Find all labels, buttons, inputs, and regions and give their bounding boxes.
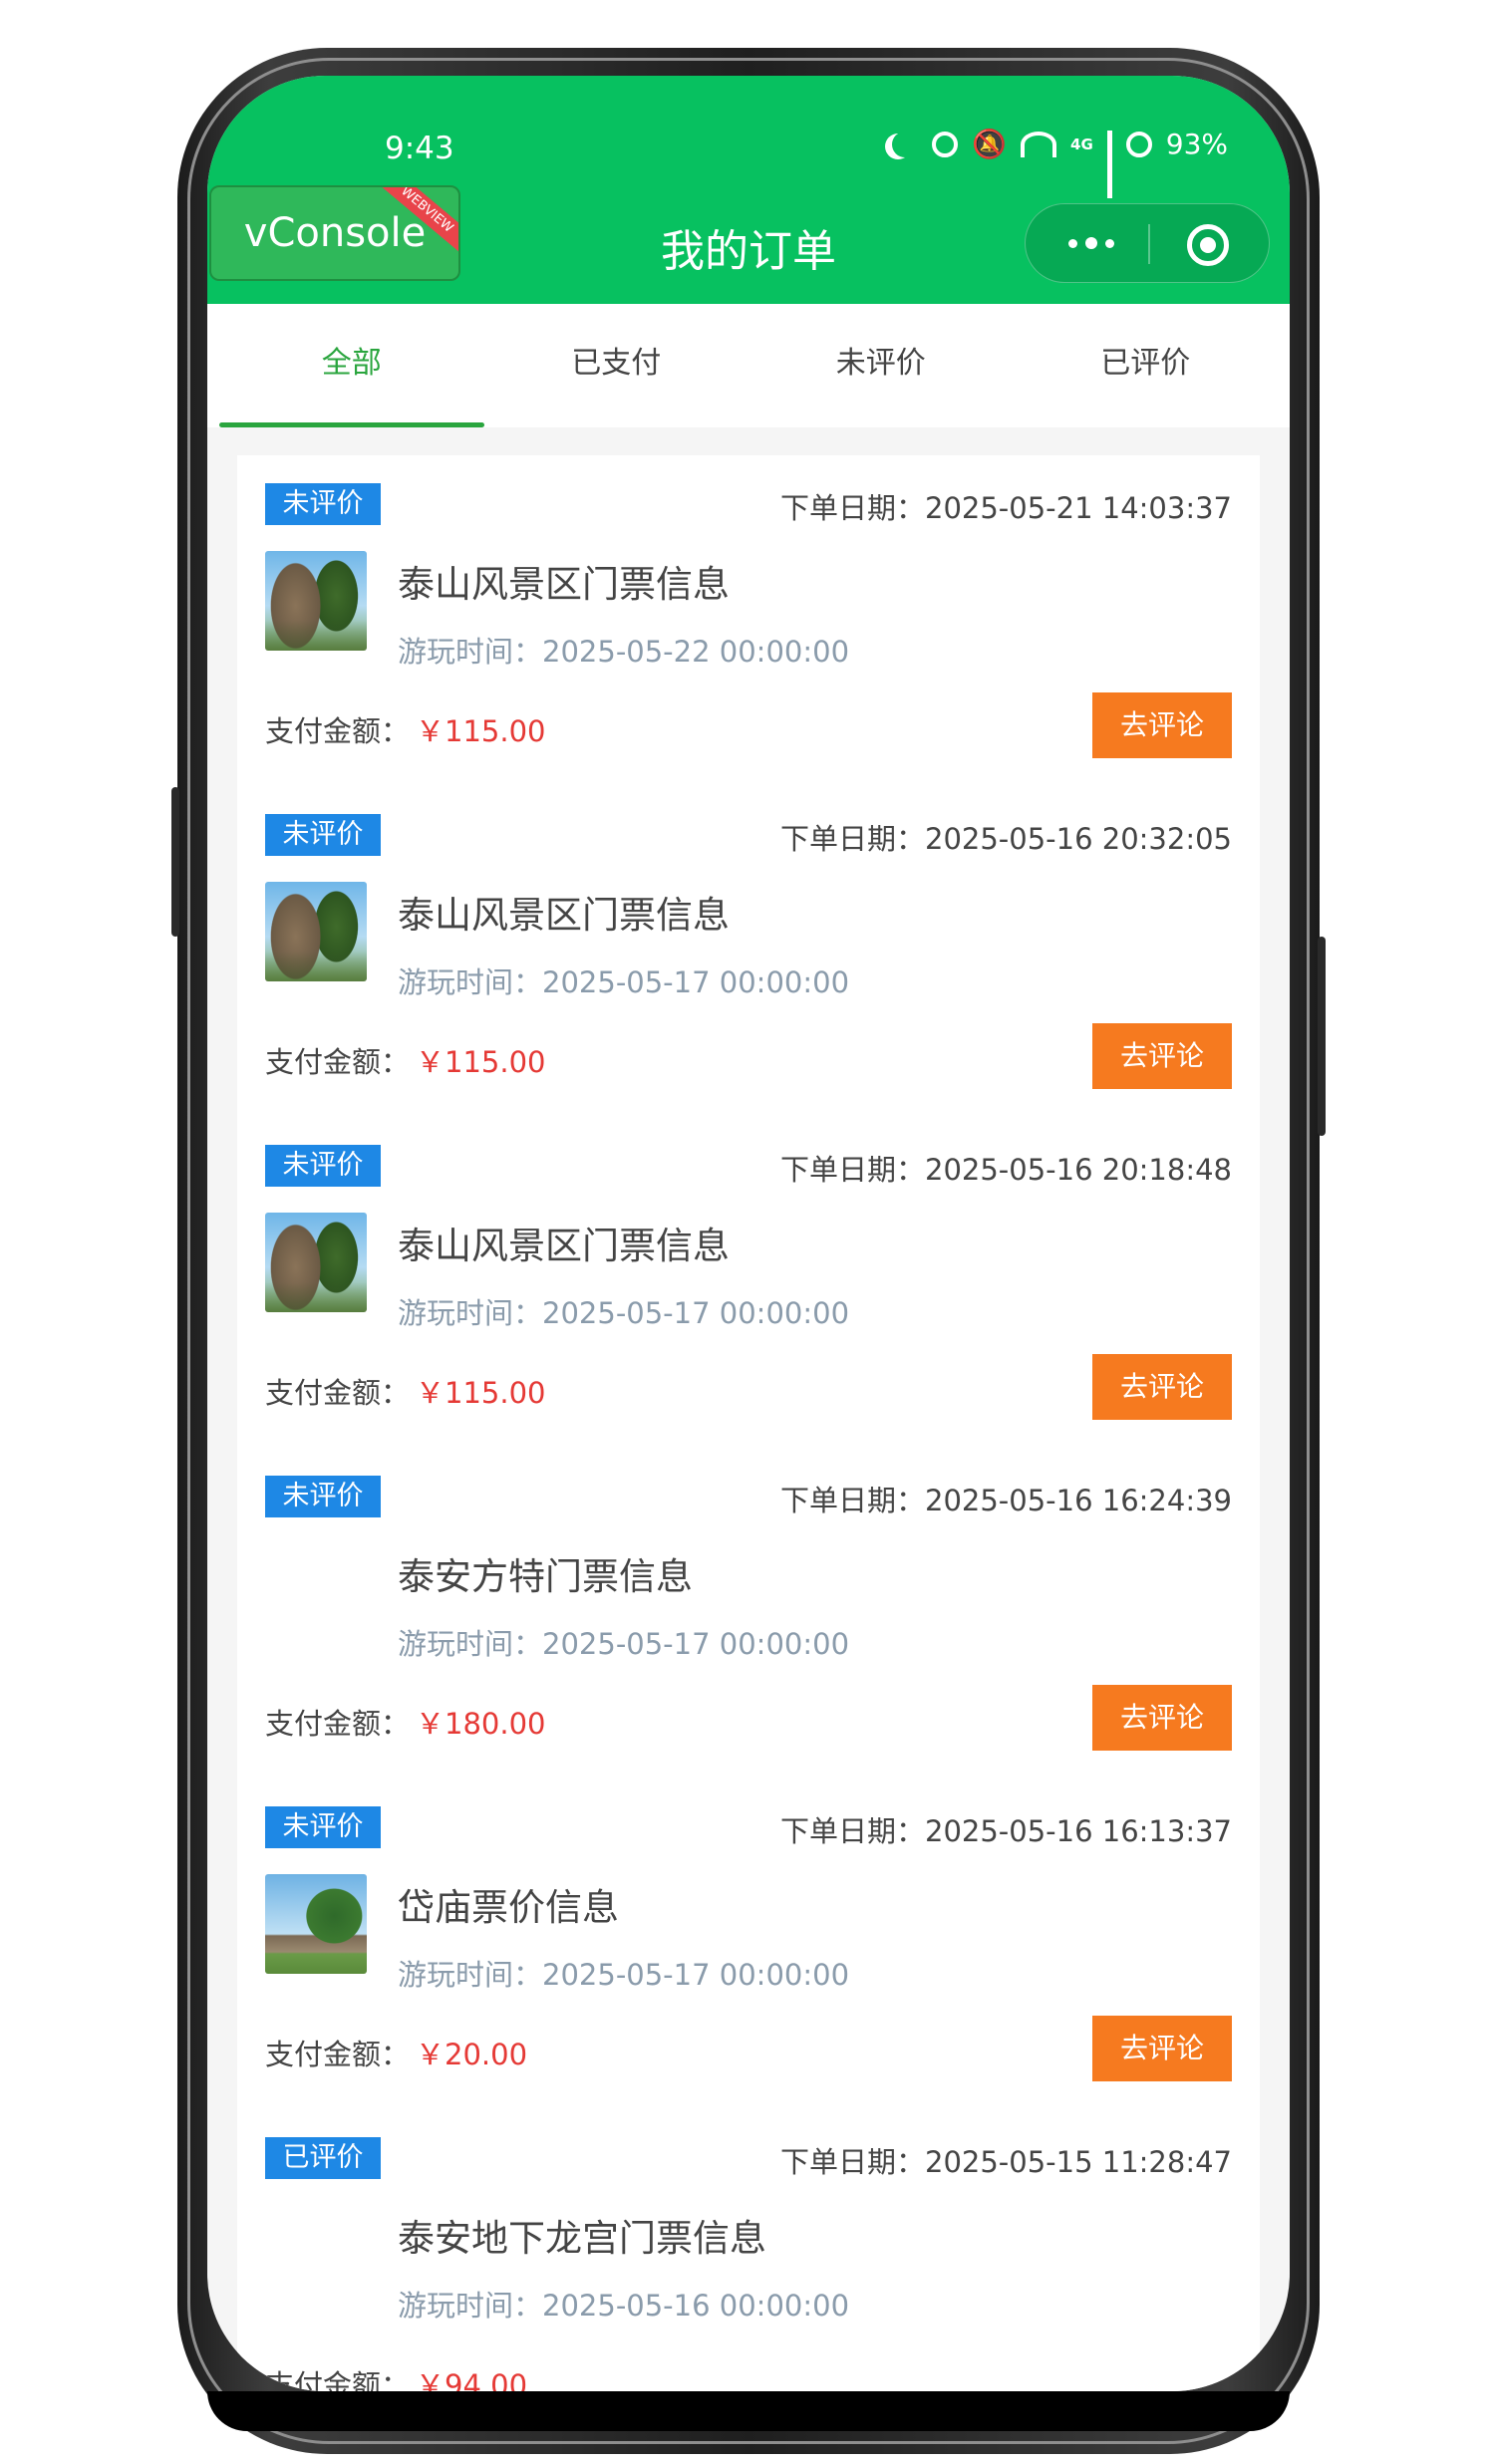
order-card[interactable]: 未评价 下单日期：2025-05-21 14:03:37 泰山风景区门票信息 游… [237,455,1260,786]
mountain-thumbnail [265,551,367,651]
price-value: ￥115.00 [416,1045,546,1079]
price-value: ￥180.00 [416,1707,546,1741]
tab-all[interactable]: 全部 [219,304,484,427]
price-value: ￥20.00 [416,2038,528,2071]
power-button [1318,937,1326,1136]
order-date: 下单日期：2025-05-16 16:13:37 [779,1814,1232,1848]
order-tabs: 全部 已支付 未评价 已评价 [207,304,1290,427]
order-card[interactable]: 未评价 下单日期：2025-05-16 16:24:39 泰安方特门票信息 游玩… [237,1448,1260,1779]
price-value: ￥115.00 [416,714,546,748]
battery-level: 93% [1165,128,1228,160]
order-date: 下单日期：2025-05-16 20:18:48 [779,1153,1232,1187]
visit-time: 游玩时间：2025-05-16 00:00:00 [398,2289,850,2323]
order-card[interactable]: 未评价 下单日期：2025-05-16 16:13:37 岱庙票价信息 游玩时间… [237,1779,1260,2109]
order-card[interactable]: 未评价 下单日期：2025-05-16 20:18:48 泰山风景区门票信息 游… [237,1117,1260,1448]
moon-icon [892,132,918,157]
visit-time: 游玩时间：2025-05-17 00:00:00 [398,1958,850,1992]
capsule-divider [1148,224,1150,264]
signal-icon [1106,130,1112,198]
product-title: 泰安地下龙宫门票信息 [398,2217,766,2260]
price-value: ￥94.00 [416,2368,528,2391]
product-title: 泰山风景区门票信息 [398,563,730,606]
review-button[interactable]: 去评论 [1092,1685,1232,1751]
pay-amount: 支付金额： ￥94.00 [265,2362,527,2391]
review-button[interactable]: 去评论 [1092,692,1232,758]
order-date: 下单日期：2025-05-15 11:28:47 [779,2145,1232,2179]
pay-amount: 支付金额： ￥115.00 [265,714,546,748]
visit-time: 游玩时间：2025-05-17 00:00:00 [398,1627,850,1661]
phone-screen: 9:43 🔕 4G 93% vConsole WEBVIEW 我的订单 全部 已… [207,76,1290,2391]
product-title: 岱庙票价信息 [398,1886,619,1929]
volume-button [171,787,179,937]
order-list: 未评价 下单日期：2025-05-21 14:03:37 泰山风景区门票信息 游… [237,455,1260,2391]
order-card[interactable]: 已评价 下单日期：2025-05-15 11:28:47 泰安地下龙宫门票信息 … [237,2109,1260,2391]
more-icon[interactable] [1061,228,1121,258]
pay-amount: 支付金额： ￥180.00 [265,1707,546,1741]
status-badge: 未评价 [265,1476,381,1517]
pay-amount: 支付金额： ￥20.00 [265,2038,528,2071]
mute-bell-icon: 🔕 [972,128,1008,160]
visit-time: 游玩时间：2025-05-22 00:00:00 [398,635,850,669]
network-label: 4G [1070,135,1093,153]
close-target-icon[interactable] [1187,224,1229,266]
order-card[interactable]: 未评价 下单日期：2025-05-16 20:32:05 泰山风景区门票信息 游… [237,786,1260,1117]
alarm-icon [932,131,959,157]
pay-amount: 支付金额： ￥115.00 [265,1376,546,1410]
order-date: 下单日期：2025-05-16 16:24:39 [779,1484,1232,1517]
tab-reviewed[interactable]: 已评价 [1014,304,1279,427]
temple-thumbnail [265,1874,367,1974]
visit-time: 游玩时间：2025-05-17 00:00:00 [398,965,850,999]
miniprogram-capsule [1025,203,1270,283]
product-title: 泰山风景区门票信息 [398,1225,730,1267]
mountain-thumbnail [265,1213,367,1312]
status-badge: 已评价 [265,2137,381,2179]
price-value: ￥115.00 [416,1376,546,1410]
status-badge: 未评价 [265,483,381,525]
status-badge: 未评价 [265,1145,381,1187]
product-title: 泰安方特门票信息 [398,1555,693,1598]
tab-paid[interactable]: 已支付 [484,304,749,427]
wifi-icon [1021,131,1057,157]
review-button[interactable]: 去评论 [1092,1023,1232,1089]
header-bar: 9:43 🔕 4G 93% vConsole WEBVIEW 我的订单 [207,76,1290,304]
product-title: 泰山风景区门票信息 [398,894,730,937]
status-badge: 未评价 [265,814,381,856]
pay-amount: 支付金额： ￥115.00 [265,1045,546,1079]
review-button[interactable]: 去评论 [1092,1354,1232,1420]
battery-icon [1125,131,1152,157]
status-time: 9:43 [385,131,454,166]
mountain-thumbnail [265,882,367,981]
status-badge: 未评价 [265,1806,381,1848]
tab-unreviewed[interactable]: 未评价 [748,304,1014,427]
phone-chin [207,2391,1290,2431]
order-date: 下单日期：2025-05-16 20:32:05 [779,822,1232,856]
status-icons: 🔕 4G 93% [882,128,1228,198]
visit-time: 游玩时间：2025-05-17 00:00:00 [398,1296,850,1330]
order-date: 下单日期：2025-05-21 14:03:37 [779,491,1232,525]
review-button[interactable]: 去评论 [1092,2016,1232,2081]
